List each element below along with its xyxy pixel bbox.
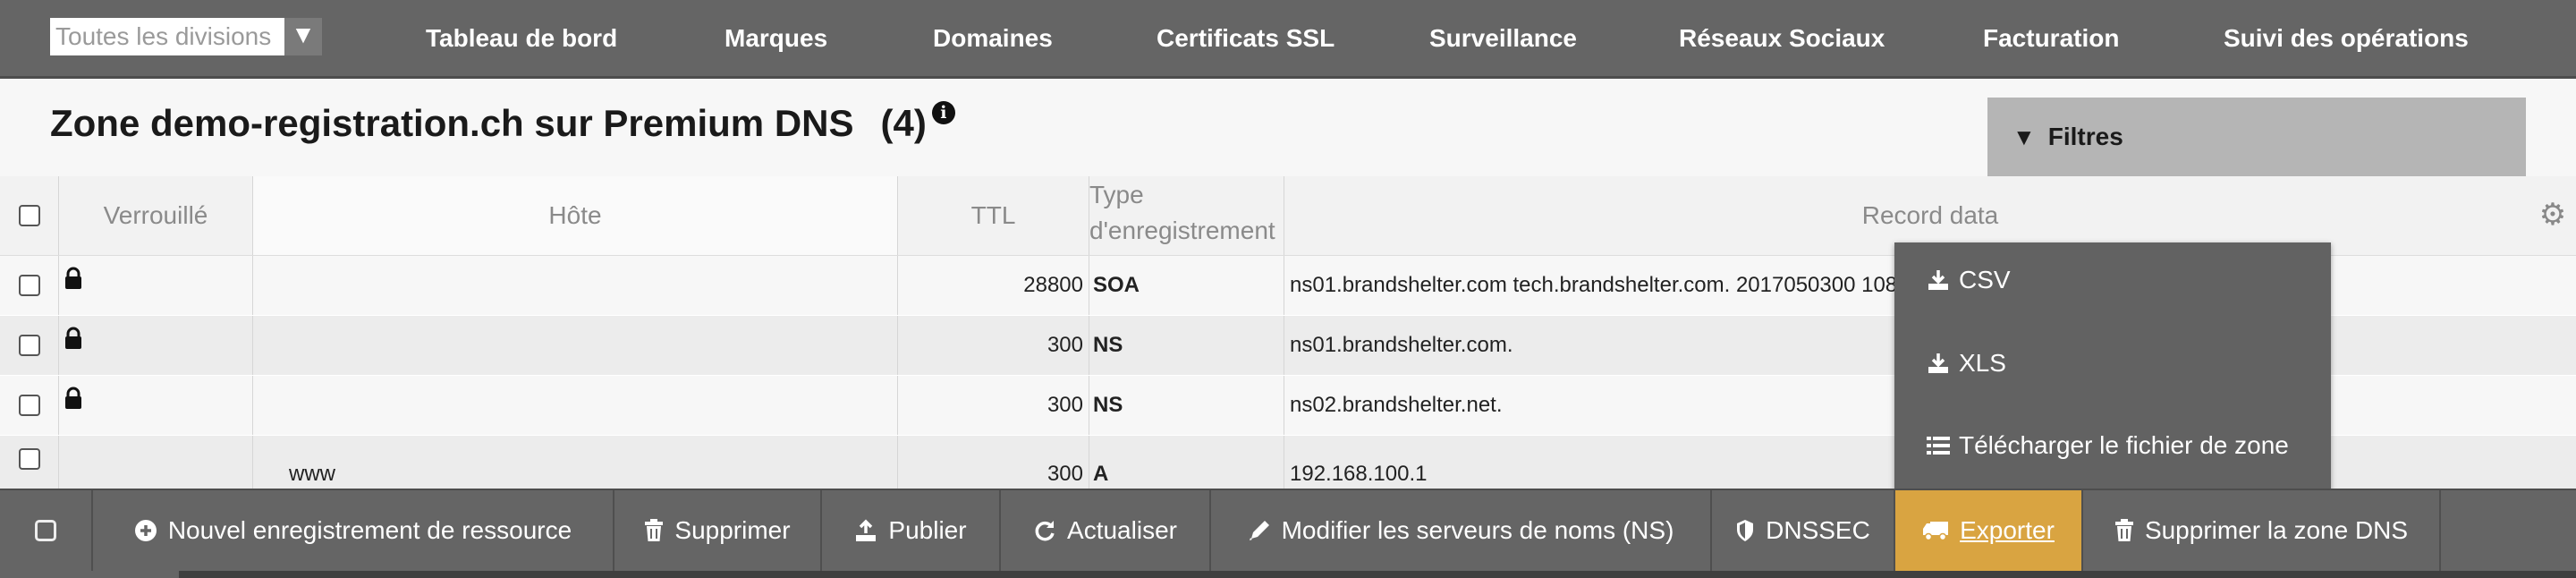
trash-icon (2114, 519, 2133, 541)
select-all-box[interactable] (35, 520, 56, 541)
toolbar-footer-segment (0, 571, 179, 578)
filters-toggle[interactable]: ▼ Filtres (1987, 98, 2526, 176)
publish-label: Publier (888, 516, 967, 544)
nav-item-operations[interactable]: Suivi des opérations (2224, 0, 2469, 76)
lock-icon (65, 387, 81, 409)
download-zone-file-label: Télécharger le fichier de zone (1959, 431, 2289, 459)
locked-cell (59, 436, 253, 495)
header-ttl[interactable]: TTL (898, 176, 1089, 255)
type-cell: NS (1089, 316, 1284, 375)
export-dropdown-menu: CSV XLS Télécharger le fichier de zone (1894, 242, 2331, 490)
new-record-label: Nouvel enregistrement de ressource (167, 516, 572, 544)
upload-icon (856, 519, 877, 541)
publish-button[interactable]: Publier (822, 490, 1001, 571)
host-cell (253, 256, 898, 315)
dnssec-button[interactable]: DNSSEC (1712, 490, 1895, 571)
export-button[interactable]: Exporter (1895, 490, 2083, 571)
list-icon (1927, 437, 1950, 455)
download-icon (1928, 270, 1948, 290)
type-cell: NS (1089, 376, 1284, 435)
select-all-toggle[interactable] (0, 490, 93, 571)
edit-nameservers-button[interactable]: Modifier les serveurs de noms (NS) (1211, 490, 1712, 571)
ttl-cell: 300 (898, 436, 1089, 495)
host-cell (253, 316, 898, 375)
header-record-type-line2: d'enregistrement (1089, 217, 1275, 244)
new-record-button[interactable]: Nouvel enregistrement de ressource (93, 490, 614, 571)
type-cell: A (1089, 436, 1284, 495)
delete-label: Supprimer (674, 516, 791, 544)
toolbar-footer-bar (0, 571, 2576, 578)
bottom-toolbar: Nouvel enregistrement de ressource Suppr… (0, 489, 2576, 578)
record-count: (4) (880, 102, 927, 144)
export-csv-option[interactable]: CSV (1927, 258, 2011, 302)
nav-item-billing[interactable]: Facturation (1983, 0, 2119, 76)
truck-icon (1923, 522, 1949, 541)
gear-icon[interactable]: ⚙ (2537, 199, 2569, 231)
nav-item-monitoring[interactable]: Surveillance (1429, 0, 1577, 76)
pencil-icon (1249, 521, 1269, 540)
row-select-cell (0, 436, 59, 495)
delete-button[interactable]: Supprimer (614, 490, 822, 571)
row-select-cell (0, 376, 59, 435)
header-locked[interactable]: Verrouillé (59, 176, 253, 255)
export-xls-option[interactable]: XLS (1927, 341, 2006, 386)
nav-item-domains[interactable]: Domaines (933, 0, 1053, 76)
ttl-cell: 300 (898, 316, 1089, 375)
type-cell: SOA (1089, 256, 1284, 315)
division-select[interactable]: Toutes les divisions ▼ (50, 18, 322, 55)
row-checkbox[interactable] (18, 395, 40, 416)
export-label: Exporter (1960, 516, 2055, 544)
page-title: Zone demo-registration.ch sur Premium DN… (50, 101, 955, 145)
nav-item-brands[interactable]: Marques (724, 0, 827, 76)
header-record-type[interactable]: Type d'enregistrement (1089, 176, 1284, 255)
row-select-cell (0, 256, 59, 315)
host-cell (253, 376, 898, 435)
shield-icon (1737, 520, 1754, 541)
dnssec-label: DNSSEC (1766, 516, 1870, 544)
host-cell: www (253, 436, 898, 495)
row-checkbox[interactable] (18, 448, 40, 470)
edit-nameservers-label: Modifier les serveurs de noms (NS) (1281, 516, 1674, 544)
nav-item-ssl-certificates[interactable]: Certificats SSL (1157, 0, 1335, 76)
export-xls-label: XLS (1959, 349, 2006, 377)
division-select-value[interactable]: Toutes les divisions (50, 18, 284, 55)
refresh-button[interactable]: Actualiser (1001, 490, 1211, 571)
top-navigation: Toutes les divisions ▼ Tableau de bord M… (0, 0, 2576, 79)
ttl-cell: 300 (898, 376, 1089, 435)
nav-item-dashboard[interactable]: Tableau de bord (426, 0, 617, 76)
header-host[interactable]: Hôte (253, 176, 898, 255)
row-checkbox[interactable] (18, 275, 40, 296)
info-icon[interactable]: i (931, 101, 955, 124)
header-record-type-line1: Type (1089, 181, 1144, 208)
export-csv-label: CSV (1959, 266, 2011, 293)
row-select-cell (0, 316, 59, 375)
nav-item-social-networks[interactable]: Réseaux Sociaux (1679, 0, 1885, 76)
locked-cell (59, 316, 253, 375)
locked-cell (59, 376, 253, 435)
refresh-icon (1035, 521, 1055, 541)
triangle-down-icon: ▼ (2012, 123, 2036, 150)
row-checkbox[interactable] (18, 335, 40, 356)
page-title-text: Zone demo-registration.ch sur Premium DN… (50, 102, 854, 144)
chevron-down-icon[interactable]: ▼ (284, 18, 322, 55)
download-zone-file-option[interactable]: Télécharger le fichier de zone (1927, 423, 2289, 468)
select-all-checkbox[interactable] (18, 205, 40, 226)
filters-label: Filtres (2047, 123, 2123, 150)
delete-zone-button[interactable]: Supprimer la zone DNS (2083, 490, 2441, 571)
header-select-cell (0, 176, 59, 255)
delete-zone-label: Supprimer la zone DNS (2144, 516, 2409, 544)
lock-icon (65, 327, 81, 349)
locked-cell (59, 256, 253, 315)
download-icon (1928, 353, 1948, 373)
trash-icon (645, 519, 664, 541)
ttl-cell: 28800 (898, 256, 1089, 315)
refresh-label: Actualiser (1067, 516, 1177, 544)
plus-circle-icon (134, 520, 157, 541)
lock-icon (65, 267, 81, 289)
